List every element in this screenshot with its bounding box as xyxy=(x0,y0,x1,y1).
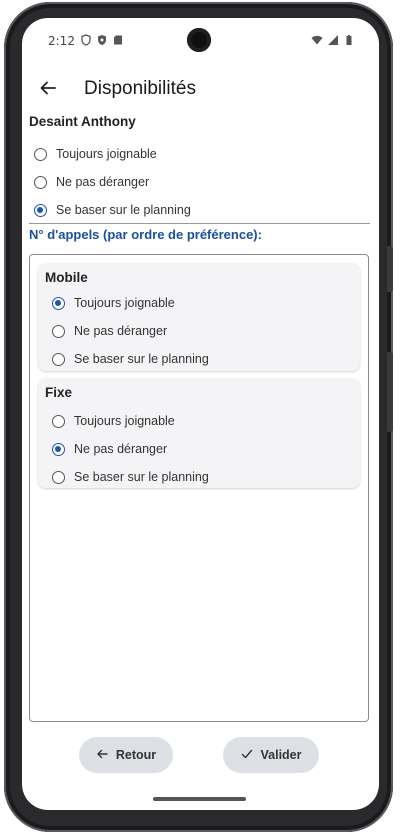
option-label: Ne pas déranger xyxy=(74,324,168,338)
option-label: Se baser sur le planning xyxy=(74,470,209,484)
radio-button[interactable] xyxy=(34,147,47,161)
radio-button[interactable] xyxy=(52,470,65,484)
back-button[interactable] xyxy=(32,74,64,106)
app-bar: Disponibilités xyxy=(22,70,379,110)
home-indicator[interactable] xyxy=(153,797,246,801)
mobile-option-do-not-disturb[interactable]: Ne pas déranger xyxy=(52,319,167,343)
option-label: Se baser sur le planning xyxy=(74,352,209,366)
radio-button[interactable] xyxy=(52,352,65,366)
card-fixe: Fixe Toujours joignable Ne pas déranger … xyxy=(38,378,360,488)
arrow-left-icon xyxy=(96,748,116,763)
power-button xyxy=(387,352,393,432)
mobile-option-planning[interactable]: Se baser sur le planning xyxy=(52,347,209,371)
check-icon xyxy=(241,748,261,763)
radio-button[interactable] xyxy=(52,414,65,428)
back-action-label: Retour xyxy=(115,748,157,762)
camera-cutout xyxy=(187,28,211,52)
person-option-do-not-disturb[interactable]: Ne pas déranger xyxy=(34,170,149,194)
back-action-button[interactable]: Retour xyxy=(79,737,173,773)
validate-button[interactable]: Valider xyxy=(223,737,319,773)
radio-button-selected[interactable] xyxy=(34,203,47,217)
person-option-always-reachable[interactable]: Toujours joignable xyxy=(34,142,157,166)
page-title: Disponibilités xyxy=(84,78,196,99)
option-label: Toujours joignable xyxy=(56,147,157,161)
status-bar: 2:12 xyxy=(22,18,379,62)
screen: 2:12 Disponibilités Desaint Anthony Touj… xyxy=(22,18,379,810)
divider xyxy=(29,223,370,224)
fixe-option-do-not-disturb[interactable]: Ne pas déranger xyxy=(52,437,167,461)
volume-button xyxy=(387,246,393,292)
fixe-option-planning[interactable]: Se baser sur le planning xyxy=(52,465,209,489)
option-label: Toujours joignable xyxy=(74,414,175,428)
sd-card-icon xyxy=(112,33,124,51)
person-option-planning[interactable]: Se baser sur le planning xyxy=(34,198,191,222)
arrow-left-icon xyxy=(39,79,57,102)
option-label: Ne pas déranger xyxy=(74,442,168,456)
shield-outline-icon xyxy=(80,33,92,51)
radio-button[interactable] xyxy=(34,175,47,189)
radio-button-selected[interactable] xyxy=(52,442,65,456)
status-time: 2:12 xyxy=(48,34,75,48)
card-mobile: Mobile Toujours joignable Ne pas dérange… xyxy=(38,263,360,371)
signal-icon xyxy=(327,33,339,51)
validate-label: Valider xyxy=(260,748,302,762)
card-title: Mobile xyxy=(45,270,88,285)
option-label: Ne pas déranger xyxy=(56,175,150,189)
calls-section-label: N° d'appels (par ordre de préférence): xyxy=(29,227,262,242)
radio-button-selected[interactable] xyxy=(52,296,65,310)
card-title: Fixe xyxy=(45,385,73,400)
fixe-option-always-reachable[interactable]: Toujours joignable xyxy=(52,409,175,433)
calls-list[interactable]: Mobile Toujours joignable Ne pas dérange… xyxy=(29,254,369,722)
battery-icon xyxy=(343,33,355,51)
mobile-option-always-reachable[interactable]: Toujours joignable xyxy=(52,291,175,315)
shield-filled-icon xyxy=(96,33,108,51)
wifi-icon xyxy=(311,33,323,51)
option-label: Se baser sur le planning xyxy=(56,203,191,217)
radio-button[interactable] xyxy=(52,324,65,338)
person-name: Desaint Anthony xyxy=(29,114,136,129)
option-label: Toujours joignable xyxy=(74,296,175,310)
